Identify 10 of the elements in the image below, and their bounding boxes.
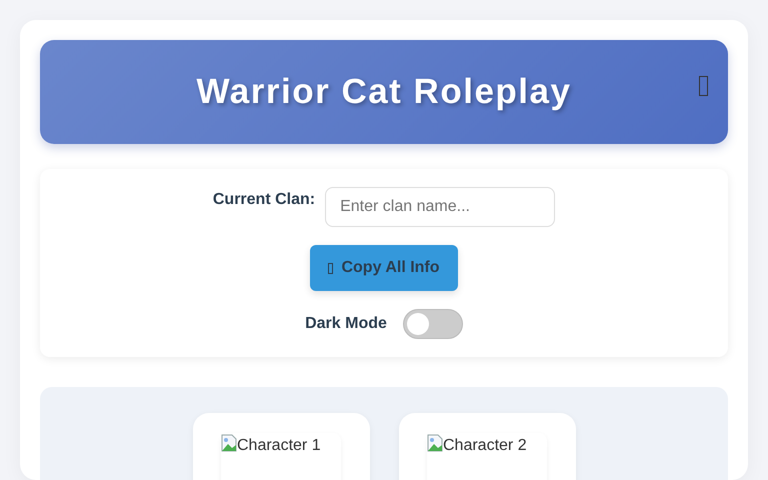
clan-input[interactable]: Enter clan name... <box>325 187 556 227</box>
dark-mode-toggle[interactable] <box>402 309 463 339</box>
copy-button[interactable]: Copy All Info <box>310 245 458 291</box>
image-alt-text: Character 2 <box>443 438 527 454</box>
app-title: Warrior Cat Roleplay <box>196 72 572 112</box>
clan-label: Current Clan: <box>212 191 316 209</box>
missing-glyph-icon <box>328 262 334 274</box>
dark-mode-label: Dark Mode <box>305 315 387 333</box>
missing-glyph-icon[interactable] <box>699 76 708 96</box>
image-alt-text: Character 1 <box>237 438 321 454</box>
